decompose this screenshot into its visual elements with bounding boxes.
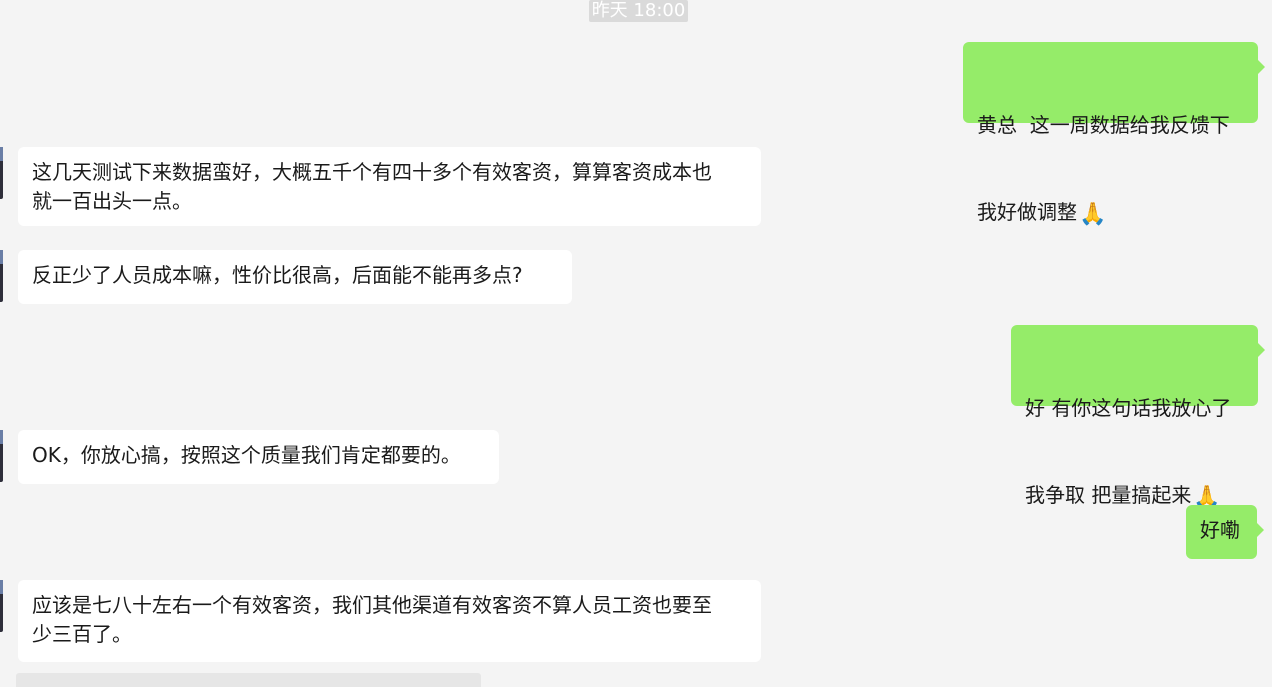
message-text-line-part: 我争取 把量搞起来 <box>1025 483 1192 507</box>
message-bubble-sent[interactable]: 好 有你这句话我放心了 我争取 把量搞起来🙏 <box>1011 325 1265 509</box>
message-bubble-sent[interactable]: 黄总 这一周数据给我反馈下 我好做调整🙏 <box>963 42 1265 226</box>
timestamp-label: 昨天 18:00 <box>589 0 688 22</box>
message-bubble-received[interactable]: 应该是七八十左右一个有效客资，我们其他渠道有效客资不算人员工资也要至 少三百了。 <box>18 580 761 662</box>
praying-hands-emoji-icon: 🙏 <box>1079 202 1107 227</box>
contact-avatar[interactable] <box>0 147 3 199</box>
message-text-line: 我好做调整🙏 <box>977 198 1244 227</box>
message-bubble-received[interactable]: 这几天测试下来数据蛮好，大概五千个有四十多个有效客资，算算客资成本也 就一百出头… <box>18 147 761 226</box>
contact-avatar[interactable] <box>0 580 3 632</box>
message-bubble-received[interactable]: OK，你放心搞，按照这个质量我们肯定都要的。 <box>18 430 499 484</box>
message-bubble-received[interactable]: 反正少了人员成本嘛，性价比很高，后面能不能再多点? <box>18 250 572 304</box>
message-text-line-part: 我好做调整 <box>977 200 1077 224</box>
message-text-line: 黄总 这一周数据给我反馈下 <box>977 113 1230 137</box>
contact-avatar[interactable] <box>0 250 3 302</box>
message-bubble-sent[interactable]: 好嘞 <box>1186 505 1264 559</box>
message-text-line: 好 有你这句话我放心了 <box>1025 396 1232 420</box>
contact-avatar[interactable] <box>0 430 3 482</box>
